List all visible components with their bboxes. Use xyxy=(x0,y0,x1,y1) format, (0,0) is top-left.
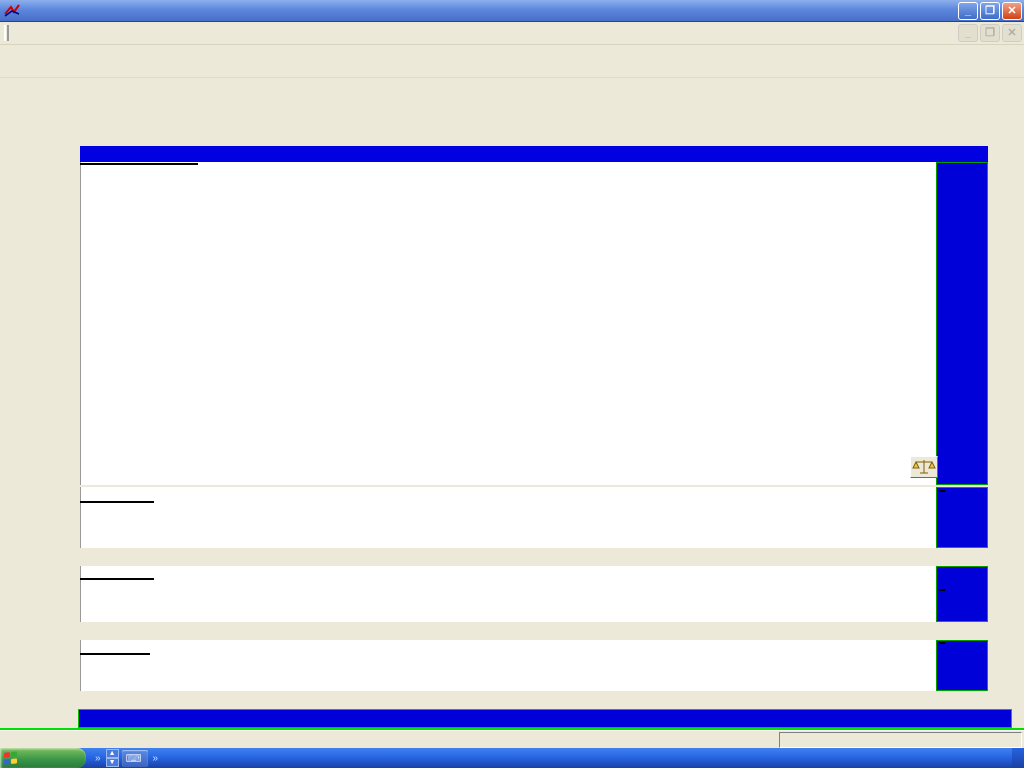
adx-dmi-panel[interactable] xyxy=(80,566,936,622)
tray-chevron-icon[interactable]: » xyxy=(152,753,158,764)
cycles-panel[interactable] xyxy=(80,640,936,691)
taskbar: » ▲ ▼ ⌨ » xyxy=(0,748,1024,768)
system-tray xyxy=(1012,748,1024,768)
menu-grip xyxy=(4,25,9,41)
task-mycomputer[interactable]: ⌨ xyxy=(121,749,149,767)
minimize-button[interactable]: _ xyxy=(958,1,978,20)
cycles-scale xyxy=(936,640,988,691)
main-toolbar xyxy=(0,45,1024,78)
status-bar xyxy=(0,730,1024,748)
chevron-icon[interactable]: » xyxy=(95,753,101,764)
indicator-toolbar xyxy=(0,78,1024,110)
time-axis xyxy=(78,709,1012,728)
mdi-window-buttons: _ ❐ ✕ xyxy=(958,24,1024,42)
scales-icon[interactable] xyxy=(910,456,938,478)
main-chart[interactable] xyxy=(80,162,936,485)
start-button[interactable] xyxy=(0,748,86,768)
timeframe-toolbar xyxy=(0,110,1024,140)
indicator-tabs-row-2 xyxy=(78,622,988,640)
indicator-tabs-row-3 xyxy=(78,691,988,709)
taskbar-scroll[interactable]: ▲ ▼ xyxy=(105,749,119,767)
menu-bar: _ ❐ ✕ xyxy=(0,22,1024,45)
restore-button[interactable]: ❐ xyxy=(980,1,1000,20)
windows-flag-icon xyxy=(4,751,18,765)
adx-scale xyxy=(936,566,988,622)
title-bar: _ ❐ ✕ xyxy=(0,0,1024,22)
price-scale[interactable] xyxy=(936,162,988,485)
indicator-tabs-row-1 xyxy=(78,548,988,566)
chart-header xyxy=(80,146,988,162)
volume-panel[interactable] xyxy=(80,487,936,548)
advanced-get-app: { "window": {"title": "Advanced GET for … xyxy=(0,0,1024,768)
workspace xyxy=(0,140,1024,730)
page-info xyxy=(779,732,1022,748)
close-button[interactable]: ✕ xyxy=(1002,1,1022,20)
app-logo-icon xyxy=(4,3,20,17)
price-info-box xyxy=(80,163,198,165)
volume-scale xyxy=(936,487,988,548)
